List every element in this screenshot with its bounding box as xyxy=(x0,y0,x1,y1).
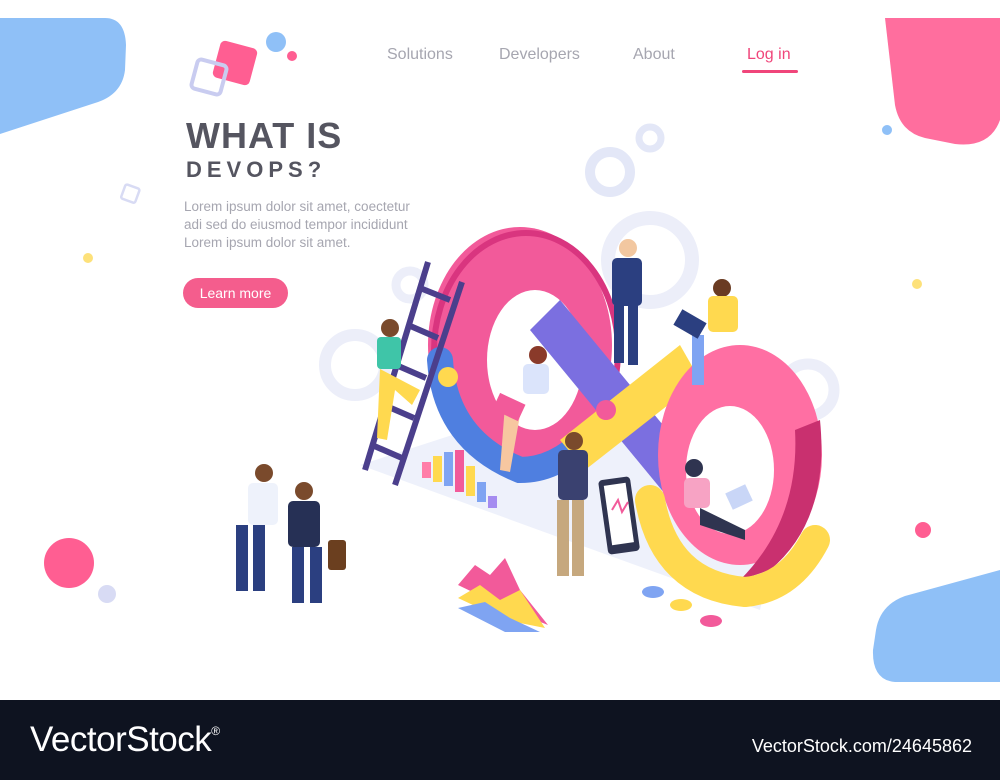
small-square-outline xyxy=(119,183,141,204)
landing-page: Solutions Developers About Log in WHAT I… xyxy=(0,0,1000,700)
blue-dot-top xyxy=(266,32,286,52)
gear-icon xyxy=(585,147,635,197)
yellow-dot-right xyxy=(912,279,922,289)
blue-dot-right xyxy=(882,125,892,135)
nav-solutions[interactable]: Solutions xyxy=(387,46,453,64)
pink-circle-left xyxy=(44,538,94,588)
gear-icon xyxy=(319,329,391,401)
yellow-dot-left xyxy=(83,253,93,263)
blue-blob-top-left xyxy=(0,18,126,134)
watermark-logo-text: VectorStock xyxy=(30,720,212,759)
nav-developers[interactable]: Developers xyxy=(499,46,580,64)
people-handshake xyxy=(236,464,346,603)
watermark-image-id: VectorStock.com/24645862 xyxy=(751,736,972,756)
login-underline xyxy=(742,70,798,73)
pink-blob-top-right xyxy=(885,18,1000,145)
lavender-dot xyxy=(98,585,116,603)
nav-login[interactable]: Log in xyxy=(747,46,791,64)
gear-icon xyxy=(635,123,665,153)
watermark-bar: VectorStock® VectorStock.com/24645862 xyxy=(0,700,1000,780)
registered-mark: ® xyxy=(211,724,220,738)
pink-dot-right xyxy=(915,522,931,538)
blue-blob-bottom-right xyxy=(872,570,1000,682)
watermark-logo: VectorStock® xyxy=(30,720,220,760)
briefcase-icon xyxy=(328,540,346,570)
nav-about[interactable]: About xyxy=(633,46,675,64)
area-chart-icon xyxy=(458,558,548,632)
pink-dot-top xyxy=(287,51,297,61)
devops-illustration xyxy=(236,123,840,632)
person-businessman-standing xyxy=(612,239,642,365)
